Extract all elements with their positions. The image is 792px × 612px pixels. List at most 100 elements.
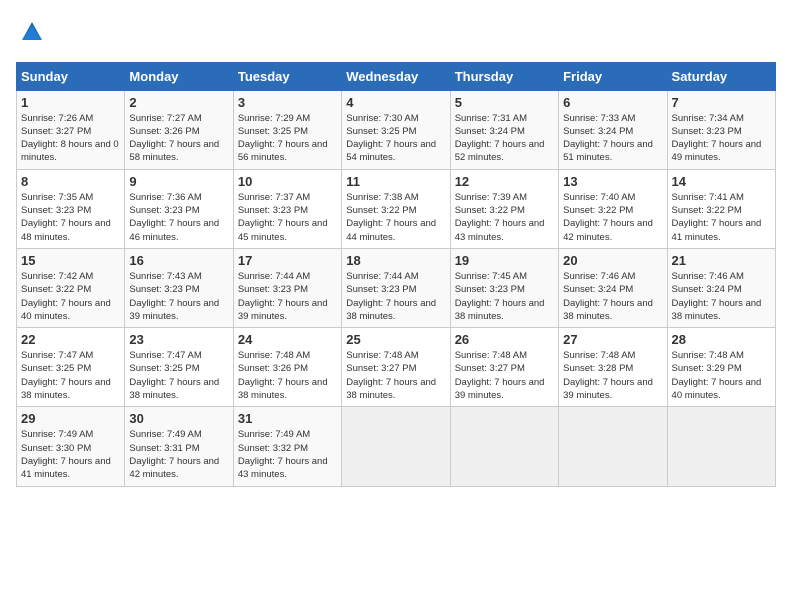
calendar-day-cell <box>342 407 450 486</box>
day-info: Sunrise: 7:27 AMSunset: 3:26 PMDaylight:… <box>129 112 228 165</box>
day-number: 9 <box>129 174 228 189</box>
day-number: 14 <box>672 174 771 189</box>
calendar-week-row: 22 Sunrise: 7:47 AMSunset: 3:25 PMDayligh… <box>17 328 776 407</box>
day-number: 1 <box>21 95 120 110</box>
calendar-day-cell: 26 Sunrise: 7:48 AMSunset: 3:27 PMDayligh… <box>450 328 558 407</box>
day-number: 29 <box>21 411 120 426</box>
calendar-day-cell: 1 Sunrise: 7:26 AMSunset: 3:27 PMDaylight… <box>17 90 125 169</box>
day-number: 16 <box>129 253 228 268</box>
day-info: Sunrise: 7:45 AMSunset: 3:23 PMDaylight:… <box>455 270 554 323</box>
calendar-week-row: 8 Sunrise: 7:35 AMSunset: 3:23 PMDaylight… <box>17 169 776 248</box>
calendar-day-cell: 19 Sunrise: 7:45 AMSunset: 3:23 PMDayligh… <box>450 248 558 327</box>
day-number: 28 <box>672 332 771 347</box>
calendar-day-cell: 6 Sunrise: 7:33 AMSunset: 3:24 PMDaylight… <box>559 90 667 169</box>
calendar-day-cell: 17Sunrise: 7:44 AMSunset: 3:23 PMDayligh… <box>233 248 341 327</box>
calendar-day-cell: 25 Sunrise: 7:48 AMSunset: 3:27 PMDayligh… <box>342 328 450 407</box>
day-number: 2 <box>129 95 228 110</box>
day-info: Sunrise: 7:46 AMSunset: 3:24 PMDaylight:… <box>672 270 771 323</box>
day-number: 22 <box>21 332 120 347</box>
calendar-day-cell: 20Sunrise: 7:46 AMSunset: 3:24 PMDayligh… <box>559 248 667 327</box>
calendar-day-cell: 24 Sunrise: 7:48 AMSunset: 3:26 PMDayligh… <box>233 328 341 407</box>
calendar-day-cell: 18Sunrise: 7:44 AMSunset: 3:23 PMDayligh… <box>342 248 450 327</box>
day-info: Sunrise: 7:33 AMSunset: 3:24 PMDaylight:… <box>563 112 662 165</box>
day-of-week-header: Tuesday <box>233 62 341 90</box>
calendar-day-cell: 31 Sunrise: 7:49 AMSunset: 3:32 PMDayligh… <box>233 407 341 486</box>
day-info: Sunrise: 7:26 AMSunset: 3:27 PMDaylight:… <box>21 112 120 165</box>
logo-icon <box>18 16 46 44</box>
calendar-week-row: 15 Sunrise: 7:42 AMSunset: 3:22 PMDayligh… <box>17 248 776 327</box>
day-number: 26 <box>455 332 554 347</box>
day-number: 25 <box>346 332 445 347</box>
day-info: Sunrise: 7:48 AMSunset: 3:27 PMDaylight:… <box>346 349 445 402</box>
calendar-week-row: 29 Sunrise: 7:49 AMSunset: 3:30 PMDayligh… <box>17 407 776 486</box>
day-number: 31 <box>238 411 337 426</box>
day-number: 4 <box>346 95 445 110</box>
day-info: Sunrise: 7:49 AMSunset: 3:32 PMDaylight:… <box>238 428 337 481</box>
day-info: Sunrise: 7:46 AMSunset: 3:24 PMDaylight:… <box>563 270 662 323</box>
calendar-day-cell: 21 Sunrise: 7:46 AMSunset: 3:24 PMDayligh… <box>667 248 775 327</box>
day-info: Sunrise: 7:29 AMSunset: 3:25 PMDaylight:… <box>238 112 337 165</box>
day-number: 6 <box>563 95 662 110</box>
day-number: 27 <box>563 332 662 347</box>
day-info: Sunrise: 7:40 AMSunset: 3:22 PMDaylight:… <box>563 191 662 244</box>
day-of-week-header: Saturday <box>667 62 775 90</box>
day-info: Sunrise: 7:49 AMSunset: 3:30 PMDaylight:… <box>21 428 120 481</box>
calendar-day-cell: 23Sunrise: 7:47 AMSunset: 3:25 PMDayligh… <box>125 328 233 407</box>
day-info: Sunrise: 7:47 AMSunset: 3:25 PMDaylight:… <box>21 349 120 402</box>
day-info: Sunrise: 7:37 AMSunset: 3:23 PMDaylight:… <box>238 191 337 244</box>
day-info: Sunrise: 7:35 AMSunset: 3:23 PMDaylight:… <box>21 191 120 244</box>
calendar-day-cell: 2 Sunrise: 7:27 AMSunset: 3:26 PMDaylight… <box>125 90 233 169</box>
calendar-day-cell: 22 Sunrise: 7:47 AMSunset: 3:25 PMDayligh… <box>17 328 125 407</box>
calendar-day-cell <box>667 407 775 486</box>
day-of-week-header: Sunday <box>17 62 125 90</box>
calendar-day-cell: 7Sunrise: 7:34 AMSunset: 3:23 PMDaylight… <box>667 90 775 169</box>
day-number: 17 <box>238 253 337 268</box>
day-info: Sunrise: 7:30 AMSunset: 3:25 PMDaylight:… <box>346 112 445 165</box>
calendar-day-cell: 14 Sunrise: 7:41 AMSunset: 3:22 PMDayligh… <box>667 169 775 248</box>
calendar-table: SundayMondayTuesdayWednesdayThursdayFrid… <box>16 62 776 487</box>
day-number: 10 <box>238 174 337 189</box>
calendar-day-cell: 11Sunrise: 7:38 AMSunset: 3:22 PMDayligh… <box>342 169 450 248</box>
day-of-week-header: Monday <box>125 62 233 90</box>
page-header <box>16 16 776 50</box>
calendar-day-cell: 10 Sunrise: 7:37 AMSunset: 3:23 PMDayligh… <box>233 169 341 248</box>
day-number: 21 <box>672 253 771 268</box>
day-number: 11 <box>346 174 445 189</box>
calendar-day-cell: 4 Sunrise: 7:30 AMSunset: 3:25 PMDaylight… <box>342 90 450 169</box>
calendar-day-cell: 30 Sunrise: 7:49 AMSunset: 3:31 PMDayligh… <box>125 407 233 486</box>
day-info: Sunrise: 7:42 AMSunset: 3:22 PMDaylight:… <box>21 270 120 323</box>
day-info: Sunrise: 7:48 AMSunset: 3:28 PMDaylight:… <box>563 349 662 402</box>
calendar-header-row: SundayMondayTuesdayWednesdayThursdayFrid… <box>17 62 776 90</box>
day-info: Sunrise: 7:31 AMSunset: 3:24 PMDaylight:… <box>455 112 554 165</box>
day-info: Sunrise: 7:48 AMSunset: 3:29 PMDaylight:… <box>672 349 771 402</box>
calendar-day-cell: 8 Sunrise: 7:35 AMSunset: 3:23 PMDaylight… <box>17 169 125 248</box>
calendar-week-row: 1 Sunrise: 7:26 AMSunset: 3:27 PMDaylight… <box>17 90 776 169</box>
day-info: Sunrise: 7:34 AMSunset: 3:23 PMDaylight:… <box>672 112 771 165</box>
day-number: 30 <box>129 411 228 426</box>
day-info: Sunrise: 7:43 AMSunset: 3:23 PMDaylight:… <box>129 270 228 323</box>
day-info: Sunrise: 7:41 AMSunset: 3:22 PMDaylight:… <box>672 191 771 244</box>
calendar-day-cell: 29 Sunrise: 7:49 AMSunset: 3:30 PMDayligh… <box>17 407 125 486</box>
calendar-day-cell: 5Sunrise: 7:31 AMSunset: 3:24 PMDaylight… <box>450 90 558 169</box>
day-info: Sunrise: 7:39 AMSunset: 3:22 PMDaylight:… <box>455 191 554 244</box>
day-of-week-header: Friday <box>559 62 667 90</box>
day-info: Sunrise: 7:48 AMSunset: 3:27 PMDaylight:… <box>455 349 554 402</box>
calendar-day-cell: 13 Sunrise: 7:40 AMSunset: 3:22 PMDayligh… <box>559 169 667 248</box>
day-number: 15 <box>21 253 120 268</box>
day-info: Sunrise: 7:49 AMSunset: 3:31 PMDaylight:… <box>129 428 228 481</box>
calendar-day-cell <box>450 407 558 486</box>
day-number: 8 <box>21 174 120 189</box>
day-of-week-header: Thursday <box>450 62 558 90</box>
calendar-day-cell <box>559 407 667 486</box>
day-number: 12 <box>455 174 554 189</box>
calendar-day-cell: 16 Sunrise: 7:43 AMSunset: 3:23 PMDayligh… <box>125 248 233 327</box>
calendar-day-cell: 15 Sunrise: 7:42 AMSunset: 3:22 PMDayligh… <box>17 248 125 327</box>
day-number: 24 <box>238 332 337 347</box>
calendar-body: 1 Sunrise: 7:26 AMSunset: 3:27 PMDaylight… <box>17 90 776 486</box>
calendar-day-cell: 28 Sunrise: 7:48 AMSunset: 3:29 PMDayligh… <box>667 328 775 407</box>
day-number: 19 <box>455 253 554 268</box>
day-info: Sunrise: 7:48 AMSunset: 3:26 PMDaylight:… <box>238 349 337 402</box>
calendar-day-cell: 3Sunrise: 7:29 AMSunset: 3:25 PMDaylight… <box>233 90 341 169</box>
day-info: Sunrise: 7:36 AMSunset: 3:23 PMDaylight:… <box>129 191 228 244</box>
day-number: 13 <box>563 174 662 189</box>
